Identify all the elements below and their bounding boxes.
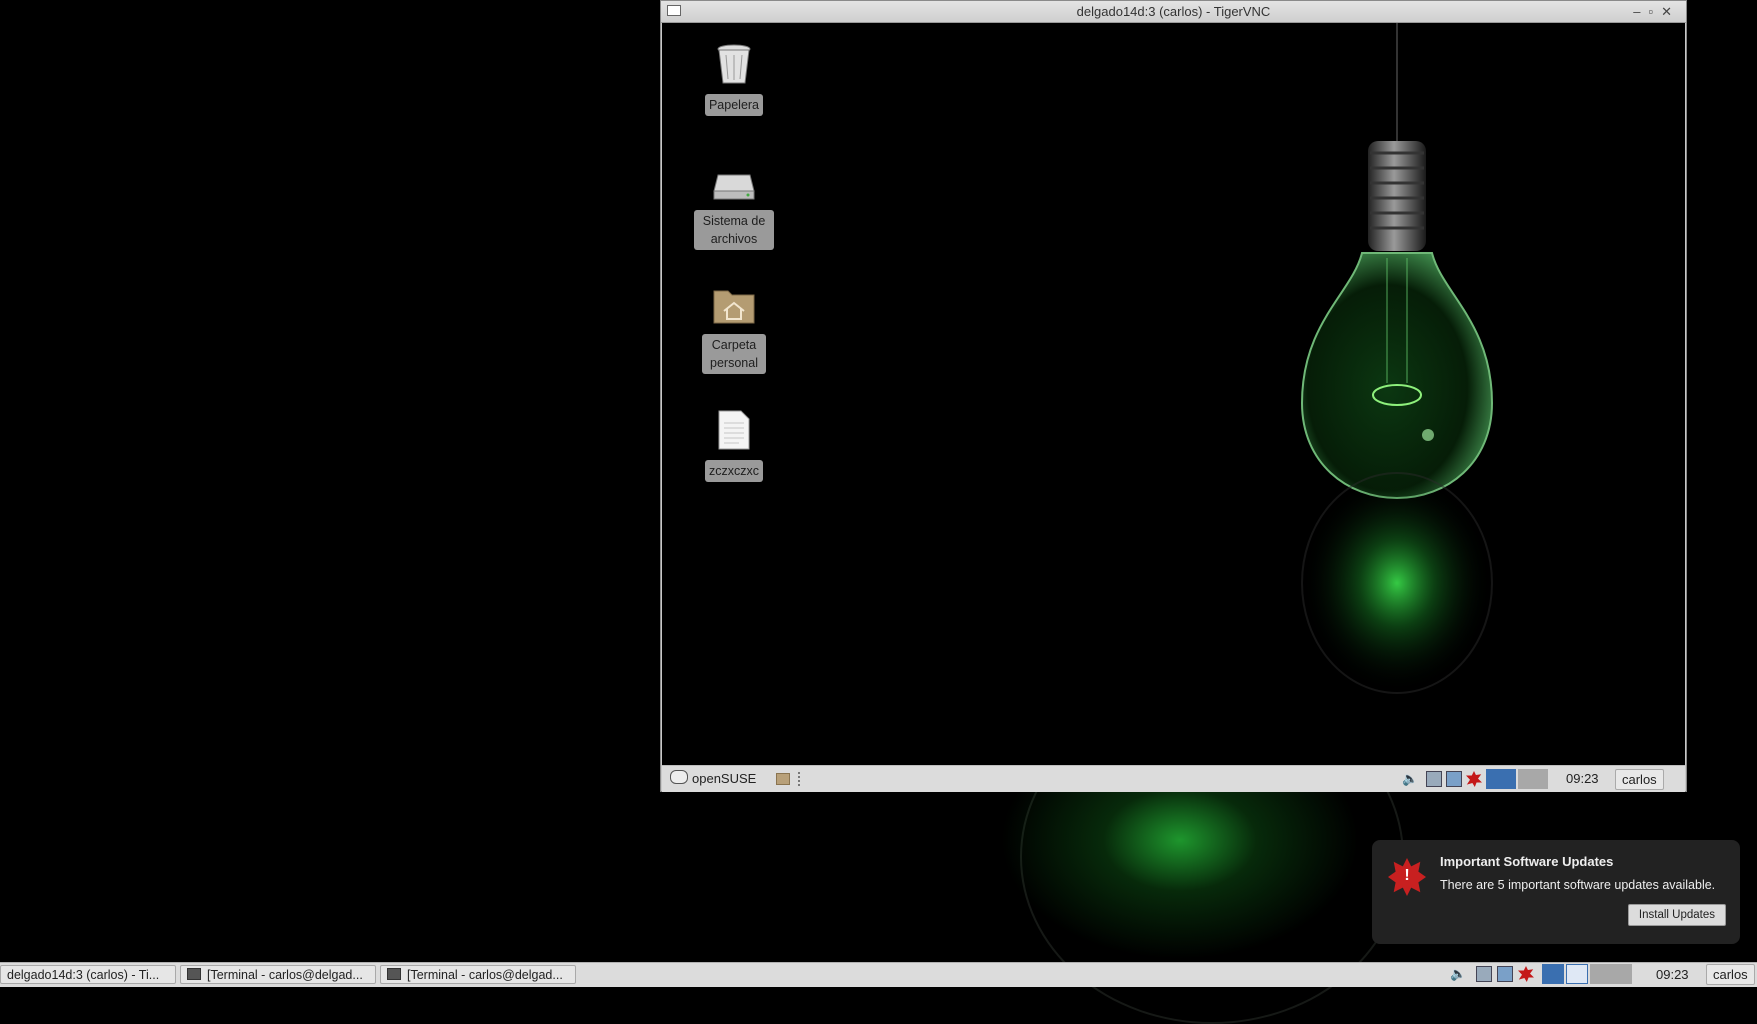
network-icon[interactable] [1426, 771, 1442, 787]
start-menu-button[interactable]: openSUSE [670, 766, 756, 792]
desktop-icon-label: Carpeta personal [702, 334, 766, 374]
network-icon[interactable] [1476, 966, 1492, 982]
task-label: [Terminal - carlos@delgad... [407, 968, 563, 982]
workspace-1[interactable] [1542, 964, 1564, 984]
desktop-icon-label: Papelera [704, 94, 764, 116]
alert-icon: ! [1388, 858, 1426, 896]
document-icon [718, 410, 750, 450]
display-icon[interactable] [1446, 771, 1462, 787]
workspace-1[interactable] [1486, 769, 1516, 789]
file-manager-icon[interactable] [776, 773, 790, 785]
trash-icon [717, 44, 751, 84]
display-icon[interactable] [1497, 966, 1513, 982]
task-label: delgado14d:3 (carlos) - Ti... [7, 968, 160, 982]
desktop-icon-sistema-de-archivos[interactable]: Sistema de archivos [694, 171, 774, 250]
desktop-icon-carpeta-personal[interactable]: Carpeta personal [694, 285, 774, 374]
volume-icon[interactable]: 🔈 [1450, 966, 1466, 982]
maximize-icon[interactable]: ▫ [1648, 4, 1661, 19]
desktop-icon-zczxczxc[interactable]: zczxczxc [694, 409, 774, 482]
home-folder-icon [713, 290, 755, 324]
volume-icon[interactable]: 🔈 [1402, 771, 1418, 787]
taskbar: delgado14d:3 (carlos) - Ti... [Terminal … [0, 962, 1757, 987]
updates-alert-icon[interactable] [1518, 966, 1534, 982]
drive-icon [713, 174, 755, 200]
terminal-icon [187, 968, 201, 980]
start-menu-label: openSUSE [692, 771, 757, 786]
clock[interactable]: 09:23 [1656, 963, 1689, 987]
task-vnc[interactable]: delgado14d:3 (carlos) - Ti... [0, 965, 176, 984]
remote-panel: openSUSE 🔈 09:23 carlos [662, 765, 1685, 792]
vnc-titlebar[interactable]: delgado14d:3 (carlos) - TigerVNC –▫✕ [661, 1, 1686, 23]
workspace-2[interactable] [1518, 769, 1548, 789]
install-updates-button[interactable]: Install Updates [1627, 904, 1726, 926]
panel-separator [798, 772, 802, 786]
lightbulb-wallpaper [1300, 23, 1494, 694]
vnc-window-title: delgado14d:3 (carlos) - TigerVNC [1076, 4, 1271, 19]
opensuse-icon [670, 770, 688, 784]
user-button[interactable]: carlos [1706, 964, 1755, 985]
vnc-window[interactable]: delgado14d:3 (carlos) - TigerVNC –▫✕ Pap… [660, 0, 1687, 792]
clock[interactable]: 09:23 [1566, 766, 1599, 792]
task-label: [Terminal - carlos@delgad... [207, 968, 363, 982]
desktop-icon-label: zczxczxc [705, 460, 763, 482]
workspace-2[interactable] [1566, 964, 1588, 984]
user-button[interactable]: carlos [1615, 769, 1664, 790]
close-icon[interactable]: ✕ [1661, 4, 1680, 19]
workspace-3[interactable] [1590, 964, 1632, 984]
terminal-icon [387, 968, 401, 980]
minimize-icon[interactable]: – [1633, 4, 1648, 19]
task-terminal-1[interactable]: [Terminal - carlos@delgad... [180, 965, 376, 984]
updates-alert-icon[interactable] [1466, 771, 1482, 787]
task-terminal-2[interactable]: [Terminal - carlos@delgad... [380, 965, 576, 984]
notification-title: Important Software Updates [1440, 854, 1614, 869]
window-menu-icon[interactable] [667, 5, 681, 16]
notification-body: There are 5 important software updates a… [1440, 878, 1716, 892]
remote-desktop[interactable]: Papelera Sistema de archivos Carpeta per… [662, 23, 1685, 765]
desktop-icon-label: Sistema de archivos [694, 210, 774, 250]
desktop-icon-papelera[interactable]: Papelera [694, 43, 774, 116]
update-notification[interactable]: ! Important Software Updates There are 5… [1372, 840, 1740, 944]
